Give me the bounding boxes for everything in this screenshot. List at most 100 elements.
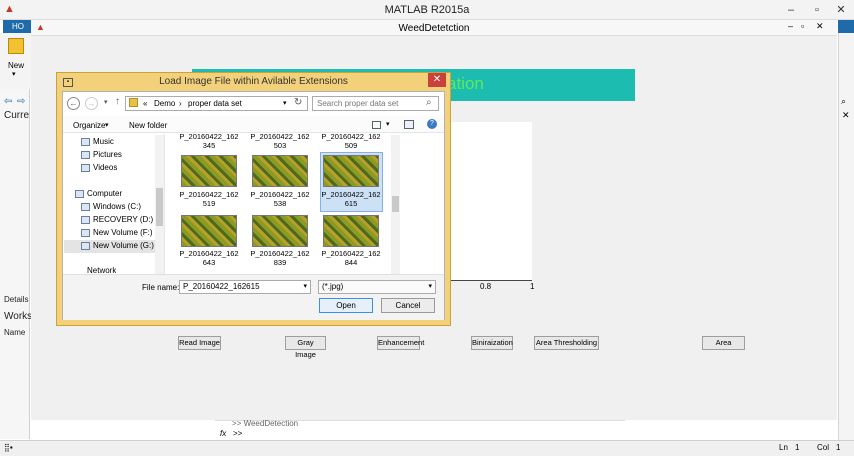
workspace-label: Works — [4, 311, 33, 322]
file-name-dropdown-icon[interactable]: ▾ — [303, 281, 307, 293]
fx-icon: fx — [220, 429, 227, 438]
banner-text: ation — [447, 74, 484, 93]
details-label[interactable]: Details — [4, 295, 28, 304]
image-thumbnail — [181, 215, 237, 247]
drive-icon — [81, 229, 90, 237]
file-item[interactable]: P_20160422_162844 — [320, 215, 382, 270]
new-icon[interactable] — [8, 38, 24, 54]
workspace-name-header[interactable]: Name — [4, 328, 25, 337]
file-type-dropdown-icon[interactable]: ▾ — [428, 281, 432, 293]
close-icon[interactable]: ✕ — [830, 2, 852, 18]
status-col-value: 1 — [836, 443, 841, 452]
gray-image-button[interactable]: Gray Image — [285, 336, 326, 359]
back-arrow-icon[interactable]: ⇦ — [4, 96, 12, 107]
nav-item-label: New Volume (F:) — [93, 228, 153, 237]
file-item[interactable]: P_20160422_162538 — [249, 155, 311, 217]
nav-item-music[interactable]: Music — [81, 137, 114, 149]
recent-locations-icon[interactable]: ▾ — [104, 98, 108, 106]
figure-maximize-icon[interactable]: ▫ — [801, 21, 804, 31]
nav-item-label: Network — [87, 266, 117, 274]
music-icon — [81, 138, 90, 146]
area-thresholding-button[interactable]: Area Thresholding — [534, 336, 599, 350]
file-name: P_20160422_162538 — [250, 190, 310, 208]
enhancement-button[interactable]: Enhancement — [377, 336, 424, 350]
folder-icon — [129, 98, 138, 107]
figure-close-icon[interactable]: ✕ — [816, 21, 824, 32]
nav-item-label: Computer — [87, 189, 123, 198]
status-bar — [0, 440, 854, 456]
maximize-icon[interactable]: ▫ — [806, 2, 828, 18]
status-ln-value: 1 — [795, 443, 800, 452]
command-prompt[interactable]: >> — [233, 429, 242, 438]
command-history-line: >> WeedDetection — [232, 419, 299, 428]
image-thumbnail — [323, 215, 379, 247]
file-item[interactable]: P_20160422_162519 — [178, 155, 240, 217]
matlab-window-title: MATLAB R2015a — [384, 4, 470, 16]
breadcrumb-overflow[interactable]: « — [143, 99, 147, 108]
dialog-close-button[interactable]: ✕ — [428, 73, 446, 87]
read-image-button[interactable]: Read Image — [178, 336, 221, 350]
nav-item-windows-c[interactable]: Windows (C:) — [81, 202, 141, 214]
file-name: P_20160422_162643 — [179, 249, 239, 267]
organize-chevron-icon[interactable]: ▾ — [105, 121, 109, 129]
file-name: P_20160422_162503 — [250, 132, 310, 150]
binarization-button[interactable]: Biniraization — [471, 336, 513, 350]
nav-item-network[interactable]: Network — [87, 266, 116, 274]
breadcrumb-demo[interactable]: Demo — [154, 99, 175, 108]
file-list-scrollbar-thumb[interactable] — [392, 196, 399, 212]
cancel-button[interactable]: Cancel — [381, 298, 435, 313]
dialog-title: Load Image File within Avilable Extensio… — [159, 76, 348, 87]
view-options-icon[interactable] — [372, 121, 381, 129]
search-icon[interactable]: ⌕ — [426, 97, 432, 108]
videos-icon — [81, 164, 90, 172]
file-name-input[interactable]: P_20160422_162615 ▾ — [179, 280, 311, 294]
forward-arrow-icon[interactable]: ⇨ — [17, 96, 25, 107]
file-name: P_20160422_162615 — [321, 190, 381, 208]
back-icon[interactable]: ← — [67, 97, 80, 110]
status-ln-label: Ln — [779, 443, 788, 452]
right-panel-tab[interactable] — [838, 20, 854, 33]
tab-home[interactable]: HO — [3, 20, 33, 33]
refresh-icon[interactable]: ↻ — [294, 97, 302, 108]
nav-item-label: RECOVERY (D:) — [93, 215, 154, 224]
file-name-label: File name: — [142, 283, 180, 292]
nav-item-new-volume-g[interactable]: New Volume (G:) — [81, 241, 154, 253]
status-col-label: Col — [817, 443, 830, 452]
nav-item-computer[interactable]: Computer — [75, 189, 123, 201]
breadcrumb-proper-data-set[interactable]: proper data set — [188, 99, 242, 108]
address-dropdown-icon[interactable]: ▾ — [283, 99, 287, 107]
image-thumbnail — [181, 155, 237, 187]
figure-title: WeedDetetction — [398, 23, 470, 34]
nav-item-label: Pictures — [93, 150, 122, 159]
nav-scrollbar-thumb[interactable] — [156, 188, 163, 226]
image-thumbnail — [323, 155, 379, 187]
nav-item-recovery-d[interactable]: RECOVERY (D:) — [81, 215, 154, 227]
panel-close-icon[interactable]: ✕ — [842, 110, 850, 121]
help-icon[interactable]: ? — [427, 119, 437, 129]
new-folder-button[interactable]: New folder — [129, 121, 167, 130]
chevron-down-icon[interactable]: ▾ — [12, 70, 16, 78]
file-item[interactable]: P_20160422_162643 — [178, 215, 240, 270]
file-item[interactable]: P_20160422_162839 — [249, 215, 311, 270]
nav-item-new-volume-f[interactable]: New Volume (F:) — [81, 228, 153, 240]
area-button[interactable]: Area — [702, 336, 745, 350]
search-icon[interactable]: ⌕ — [841, 96, 846, 107]
right-side-panel — [838, 20, 854, 440]
open-button[interactable]: Open — [319, 298, 373, 313]
figure-minimize-icon[interactable]: – — [788, 21, 793, 31]
preview-pane-icon[interactable] — [404, 120, 414, 129]
nav-item-label: Music — [93, 137, 114, 146]
nav-item-videos[interactable]: Videos — [81, 163, 117, 175]
nav-item-pictures[interactable]: Pictures — [81, 150, 122, 162]
minimize-icon[interactable]: – — [780, 2, 802, 18]
organize-button[interactable]: Organize — [73, 121, 105, 130]
up-arrow-icon[interactable]: ↑ — [115, 96, 120, 107]
view-chevron-icon[interactable]: ▾ — [386, 120, 390, 128]
forward-icon[interactable]: → — [85, 97, 98, 110]
drive-icon — [81, 242, 90, 250]
new-button-label[interactable]: New — [5, 61, 27, 70]
search-placeholder: Search proper data set — [317, 99, 399, 108]
file-name: P_20160422_162839 — [250, 249, 310, 267]
file-type-select[interactable]: (*.jpg) ▾ — [318, 280, 436, 294]
file-item-selected[interactable]: P_20160422_162615 — [320, 155, 382, 217]
